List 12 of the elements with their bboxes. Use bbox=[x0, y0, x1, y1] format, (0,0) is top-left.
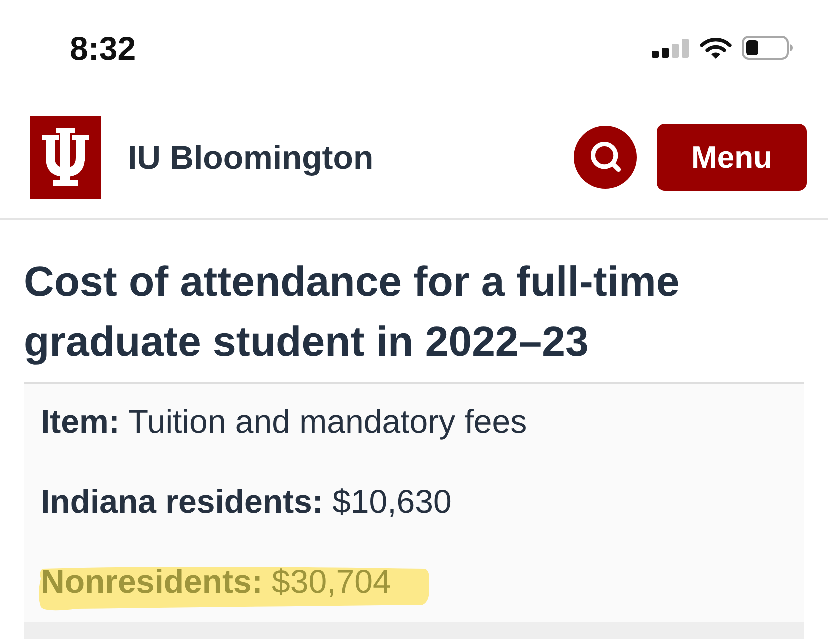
wifi-icon bbox=[700, 36, 732, 60]
status-time: 8:32 bbox=[70, 32, 136, 64]
menu-button[interactable]: Menu bbox=[657, 124, 807, 190]
cost-line: Item: Tuition and mandatory fees bbox=[41, 402, 528, 442]
site-name[interactable]: IU Bloomington bbox=[128, 140, 374, 174]
cost-line: Nonresidents: $30,704 bbox=[41, 562, 392, 602]
signal-icon bbox=[652, 38, 690, 58]
page-title: Cost of attendance for a full-time graduate student in 2022–23 bbox=[24, 257, 681, 367]
cost-line: Indiana residents: $10,630 bbox=[41, 482, 452, 522]
search-icon bbox=[588, 140, 622, 174]
trident-logo-icon bbox=[30, 116, 101, 198]
battery-icon bbox=[742, 36, 793, 60]
